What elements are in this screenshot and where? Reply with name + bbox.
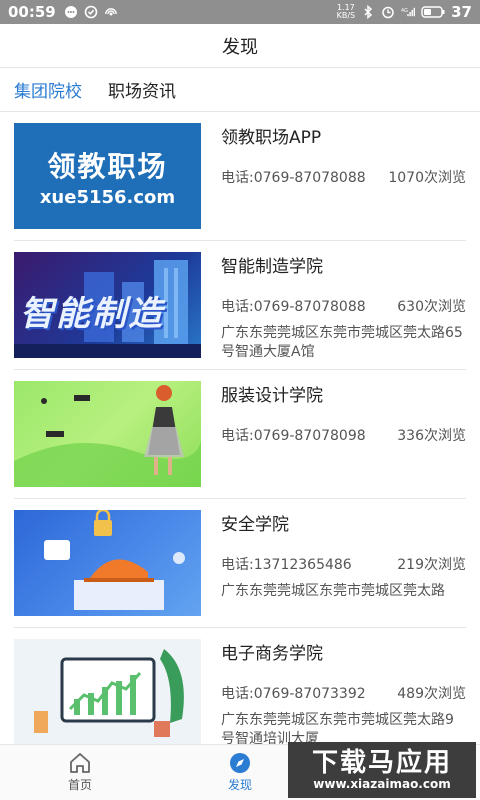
- list-item[interactable]: 安全学院 电话:13712365486 219次浏览 广东东莞莞城区东莞市莞城区…: [14, 499, 466, 628]
- list-item[interactable]: 领教职场 xue5156.com 领教职场APP 电话:0769-8707808…: [14, 112, 466, 241]
- item-phone: 电话:0769-87078088: [221, 170, 366, 186]
- nav-home-label: 首页: [67, 778, 92, 792]
- status-time: 00:59: [8, 3, 56, 21]
- bluetooth-icon: [361, 5, 375, 19]
- compass-icon: [230, 753, 250, 773]
- item-name: 安全学院: [221, 515, 289, 535]
- safety-illustration: [44, 510, 185, 610]
- item-address: 广东东莞莞城区东莞市莞城区莞太路9号智通培训大厦: [221, 712, 454, 744]
- item-name: 服装设计学院: [221, 386, 323, 406]
- item-views: 336次浏览: [397, 428, 466, 444]
- status-bar: 00:59 1.17 KB/S 4G 37: [0, 0, 480, 24]
- status-right: 1.17 KB/S 4G 37: [337, 3, 472, 21]
- ecommerce-illustration: [34, 649, 184, 737]
- watermark-title: 下载马应用: [311, 748, 452, 778]
- check-circle-icon: [84, 5, 98, 19]
- list-item[interactable]: 服装设计学院 电话:0769-87078098 336次浏览: [14, 370, 466, 499]
- item-phone: 电话:0769-87078098: [221, 428, 366, 444]
- fashion-illustration: [14, 385, 201, 487]
- tab-group-schools[interactable]: 集团院校: [14, 77, 82, 102]
- nav-discover-label: 发现: [227, 778, 252, 792]
- item-name: 领教职场APP: [221, 128, 322, 148]
- list-item[interactable]: 电子商务学院 电话:0769-87073392 489次浏览 广东东莞莞城区东莞…: [14, 628, 466, 744]
- item-name: 电子商务学院: [221, 644, 323, 664]
- battery-level: 37: [451, 3, 472, 21]
- signal-icon: 4G: [401, 5, 416, 19]
- hotspot-icon: [104, 5, 118, 19]
- network-type-label: 4G: [401, 8, 408, 14]
- item-views: 489次浏览: [397, 686, 466, 702]
- notification-icons: [64, 5, 118, 19]
- thumbnail-logo-url: xue5156.com: [39, 186, 176, 208]
- item-views: 219次浏览: [397, 557, 466, 573]
- item-thumbnail: [14, 510, 201, 616]
- item-address: 广东东莞莞城区东莞市莞城区莞太路: [221, 583, 445, 599]
- message-icon: [64, 5, 78, 19]
- item-phone: 电话:0769-87073392: [221, 686, 366, 702]
- school-list: 领教职场 xue5156.com 领教职场APP 电话:0769-8707808…: [0, 112, 480, 744]
- category-tabs: 集团院校 职场资讯: [0, 68, 480, 112]
- home-icon: [70, 753, 90, 773]
- list-item[interactable]: 智能制造 智能制造学院 电话:0769-87078088 630次浏览 广东东莞…: [14, 241, 466, 370]
- watermark-url: www.xiazaimao.com: [313, 777, 451, 791]
- item-phone: 电话:0769-87078088: [221, 299, 366, 315]
- alarm-icon: [381, 5, 395, 19]
- page-title: 发现: [222, 36, 258, 58]
- watermark-logo: 下载马应用 www.xiazaimao.com: [288, 742, 476, 798]
- tab-career-news[interactable]: 职场资讯: [108, 77, 176, 102]
- nav-home[interactable]: 首页: [0, 745, 160, 800]
- item-views: 630次浏览: [397, 299, 466, 315]
- network-speed: 1.17 KB/S: [337, 4, 356, 20]
- item-thumbnail: [14, 381, 201, 487]
- thumbnail-banner-text: 智能制造: [20, 294, 164, 334]
- item-views: 1070次浏览: [388, 170, 466, 186]
- item-name: 智能制造学院: [221, 257, 323, 277]
- app-header: 发现: [0, 24, 480, 68]
- item-phone: 电话:13712365486: [221, 557, 352, 573]
- item-thumbnail: 领教职场 xue5156.com: [14, 123, 201, 229]
- item-thumbnail: [14, 639, 201, 744]
- network-speed-unit: KB/S: [336, 11, 356, 20]
- item-address: 广东东莞莞城区东莞市莞城区莞太路65号智通大厦A馆: [221, 325, 463, 360]
- thumbnail-logo-text: 领教职场: [47, 149, 168, 183]
- item-thumbnail: 智能制造: [14, 252, 201, 358]
- battery-icon: [421, 5, 445, 19]
